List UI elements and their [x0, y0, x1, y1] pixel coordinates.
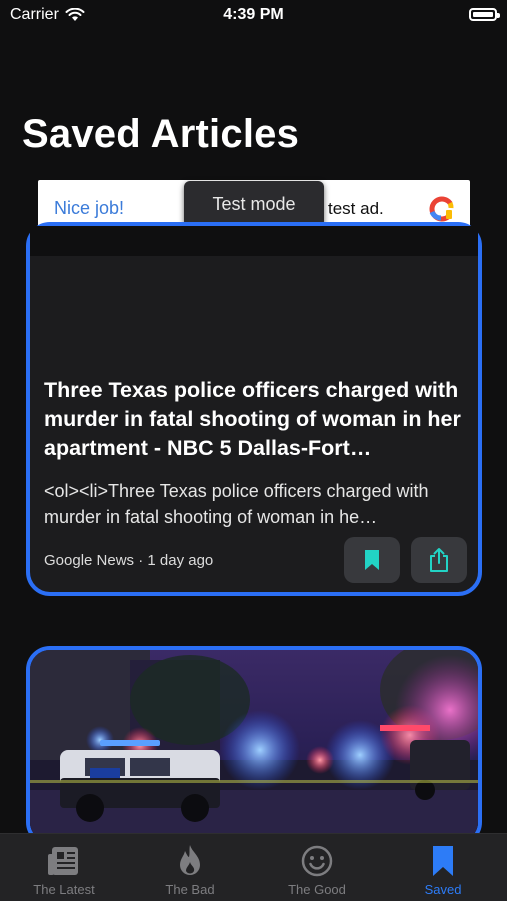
- card-top-cover: [30, 226, 478, 256]
- bookmark-icon: [425, 843, 461, 879]
- article-image-card[interactable]: [26, 646, 482, 846]
- share-button[interactable]: [411, 537, 467, 583]
- article-description: <ol><li>Three Texas police officers char…: [44, 481, 429, 527]
- article-photo: [30, 650, 478, 842]
- ad-logo-icon: [429, 196, 454, 222]
- tab-label: Saved: [424, 882, 462, 897]
- tab-saved[interactable]: Saved: [380, 834, 506, 901]
- flame-icon: [172, 843, 208, 879]
- battery-icon: [469, 8, 500, 21]
- bookmark-icon: [365, 550, 379, 570]
- ad-left-text: Nice job!: [54, 198, 125, 218]
- bookmark-button[interactable]: [344, 537, 400, 583]
- tab-bar: The Latest The Bad The Good Saved: [0, 833, 507, 901]
- article-meta: Google News · 1 day ago: [44, 552, 214, 569]
- page-title: Saved Articles: [22, 112, 300, 156]
- tab-the-good[interactable]: The Good: [254, 834, 380, 901]
- tab-label: The Latest: [33, 882, 95, 897]
- article-title: Three Texas police officers charged with…: [44, 378, 461, 460]
- ad-test-mode-tooltip: Test mode: [184, 181, 324, 227]
- tab-label: The Bad: [165, 882, 215, 897]
- clock: 4:39 PM: [223, 6, 284, 23]
- article-card[interactable]: Three Texas police officers charged with…: [26, 222, 482, 596]
- share-icon: [430, 548, 448, 572]
- tab-label: The Good: [288, 882, 346, 897]
- tab-the-latest[interactable]: The Latest: [1, 834, 127, 901]
- status-bar: Carrier 4:39 PM: [0, 0, 507, 32]
- tab-the-bad[interactable]: The Bad: [127, 834, 253, 901]
- ad-right-text: test ad.: [328, 199, 384, 218]
- smiley-icon: [299, 843, 335, 879]
- newspaper-icon: [46, 843, 82, 879]
